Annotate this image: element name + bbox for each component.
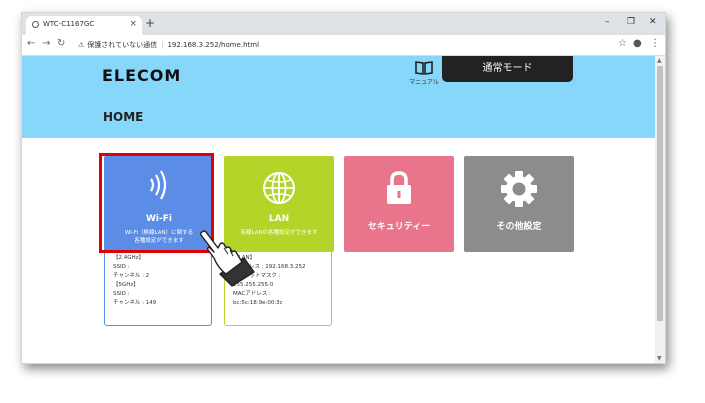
other-settings-title: その他設定 [496,222,542,232]
globe-icon [263,172,295,204]
wifi-details-panel: 【2.4GHz】 SSID : チャンネル : 2 【5GHz】 SSID : … [104,252,212,326]
close-tab-icon[interactable]: × [129,19,137,29]
ssid-5ghz: SSID : [113,291,130,297]
reload-icon[interactable]: ↻ [57,38,65,49]
lan-title: LAN [268,214,290,224]
page-header: ELECOM マニュアル 通常モード HOME [22,56,655,138]
manual-label: マニュアル [409,79,439,86]
lock-icon [387,171,411,204]
gear-icon [501,171,537,207]
vertical-scrollbar[interactable]: ▲ ▼ [655,56,665,363]
band-24ghz-heading: 【2.4GHz】 [113,255,145,261]
page-title: HOME [103,110,144,124]
separator: | [161,41,164,49]
tab-strip: WTC-C1167GC × + – ❐ ✕ [22,13,665,35]
elecom-logo: ELECOM [102,66,182,85]
url-text: 192.168.3.252/home.html [167,41,260,49]
new-tab-button[interactable]: + [145,17,155,29]
scroll-up-icon[interactable]: ▲ [657,57,662,64]
globe-icon [32,21,39,28]
menu-icon[interactable]: ⋮ [650,38,660,49]
window-close-icon[interactable]: ✕ [649,17,657,27]
warning-icon: ⚠ [78,41,85,49]
minimize-icon[interactable]: – [605,17,610,27]
highlight-box [99,153,214,253]
scrollbar-thumb[interactable] [657,66,663,321]
profile-icon[interactable]: ● [633,38,642,49]
pointing-hand-icon [199,230,255,287]
back-icon[interactable]: ← [27,38,35,49]
forward-icon[interactable]: → [42,38,50,49]
channel-24ghz: チャンネル : 2 [113,273,150,279]
channel-5ghz: チャンネル : 149 [113,300,157,306]
scroll-down-icon[interactable]: ▼ [657,355,662,362]
browser-toolbar: ← → ↻ ⚠ 保護されていない通信 | 192.168.3.252/home.htm… [22,35,665,56]
browser-tab[interactable]: WTC-C1167GC × [26,16,142,35]
address-bar[interactable]: ⚠ 保護されていない通信 | 192.168.3.252/home.html [78,38,618,52]
tab-title: WTC-C1167GC [43,20,95,28]
other-settings-tile[interactable]: その他設定 [464,156,574,252]
normal-mode-button[interactable]: 通常モード [442,56,573,82]
book-icon [415,61,433,75]
security-label: 保護されていない通信 [87,41,158,49]
star-icon[interactable]: ☆ [618,38,627,49]
security-tile[interactable]: セキュリティー [344,156,454,252]
lan-mac-label: MACアドレス : [233,291,271,297]
ssid-24ghz: SSID : [113,264,130,270]
security-title: セキュリティー [367,222,431,232]
lan-mac-value: bc:5c:18:9e:00:3c [233,300,283,306]
maximize-icon[interactable]: ❐ [627,17,635,27]
band-5ghz-heading: 【5GHz】 [113,282,139,288]
manual-link[interactable]: マニュアル [404,61,444,86]
